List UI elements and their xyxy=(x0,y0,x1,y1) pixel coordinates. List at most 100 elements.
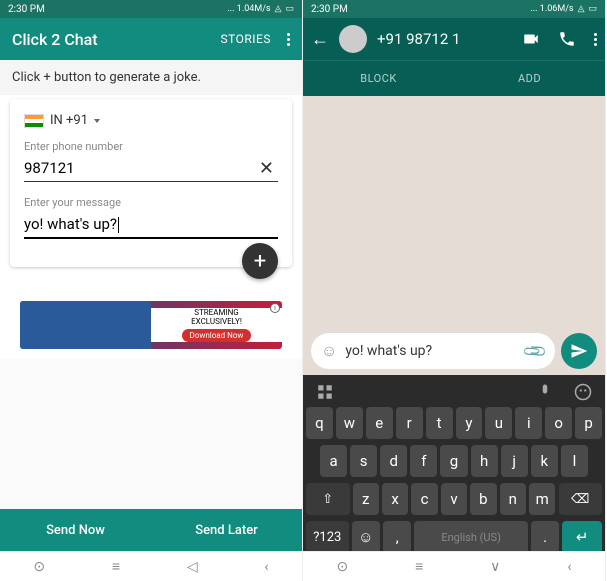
key-v[interactable]: v xyxy=(441,483,467,515)
battery-icon: ▭ xyxy=(285,4,294,14)
ad-image xyxy=(20,301,151,349)
nav-back-icon[interactable]: ∨ xyxy=(490,559,500,575)
click2chat-screen: 2:30 PM ... 1.04M/s ◬ ▭ Click 2 Chat STO… xyxy=(0,0,303,581)
status-time: 2:30 PM xyxy=(311,4,348,15)
block-button[interactable]: BLOCK xyxy=(303,61,454,96)
key-s[interactable]: s xyxy=(350,445,377,477)
key-h[interactable]: h xyxy=(471,445,498,477)
voice-call-icon[interactable] xyxy=(558,30,576,48)
backspace-key[interactable]: ⌫ xyxy=(559,483,603,515)
key-c[interactable]: c xyxy=(411,483,437,515)
message-label: Enter your message xyxy=(24,196,278,209)
spacer xyxy=(0,359,302,509)
menu-icon[interactable] xyxy=(594,33,597,46)
comma-key[interactable]: , xyxy=(383,521,411,553)
send-later-button[interactable]: Send Later xyxy=(151,509,302,551)
phone-input[interactable] xyxy=(24,155,255,181)
battery-icon: ▭ xyxy=(588,4,597,14)
input-area: ☺ yo! what's up? 📎 xyxy=(303,327,605,375)
clear-icon[interactable]: ✕ xyxy=(255,158,278,179)
chat-actions: BLOCK ADD xyxy=(303,60,605,96)
download-button[interactable]: Download Now xyxy=(182,329,252,343)
nav-recents-icon[interactable]: ⊙ xyxy=(33,559,45,575)
message-input[interactable]: yo! what's up? xyxy=(24,211,278,237)
attach-icon[interactable]: 📎 xyxy=(521,337,549,365)
key-q[interactable]: q xyxy=(306,407,333,439)
emoji-key[interactable]: ☺ xyxy=(352,521,380,553)
nav-bar: ⊙ ≡ ◁ ‹ xyxy=(0,551,302,581)
sticker-icon[interactable] xyxy=(574,383,592,401)
message-text[interactable]: yo! what's up? xyxy=(345,343,517,359)
key-j[interactable]: j xyxy=(501,445,528,477)
keyboard-row-1: qwertyuiop xyxy=(306,407,602,439)
key-b[interactable]: b xyxy=(470,483,496,515)
key-m[interactable]: m xyxy=(529,483,555,515)
grid-icon[interactable] xyxy=(316,383,334,401)
key-r[interactable]: r xyxy=(396,407,423,439)
stories-button[interactable]: STORIES xyxy=(221,32,271,46)
key-t[interactable]: t xyxy=(426,407,453,439)
key-d[interactable]: d xyxy=(380,445,407,477)
key-k[interactable]: k xyxy=(531,445,558,477)
chat-header: ← +91 98712 1 xyxy=(303,18,605,60)
keyboard-toolbar xyxy=(306,379,602,407)
status-bar: 2:30 PM ... 1.06M/s ◬ ▭ xyxy=(303,0,605,18)
bottom-actions: Send Now Send Later xyxy=(0,509,302,551)
key-z[interactable]: z xyxy=(353,483,379,515)
emoji-icon[interactable]: ☺ xyxy=(321,341,337,361)
whatsapp-screen: 2:30 PM ... 1.06M/s ◬ ▭ ← +91 98712 1 BL… xyxy=(303,0,606,581)
avatar[interactable] xyxy=(339,25,367,53)
wifi-icon: ◬ xyxy=(275,4,282,14)
chevron-down-icon xyxy=(94,119,100,123)
ad-close-icon[interactable]: i xyxy=(270,303,280,313)
shift-key[interactable]: ⇧ xyxy=(306,483,350,515)
back-icon[interactable]: ← xyxy=(311,29,329,50)
video-call-icon[interactable] xyxy=(522,30,540,48)
keyboard-row-2: asdfghjkl xyxy=(306,445,602,477)
nav-recents-icon[interactable]: ⊙ xyxy=(336,559,348,575)
status-indicators: ... 1.04M/s ◬ ▭ xyxy=(227,4,294,14)
key-f[interactable]: f xyxy=(410,445,437,477)
keyboard: qwertyuiop asdfghjkl ⇧ zxcvbnm ⌫ ?123 ☺ … xyxy=(303,375,605,551)
mic-icon[interactable] xyxy=(536,383,554,401)
header-actions: STORIES xyxy=(221,32,290,46)
country-selector[interactable]: IN +91 xyxy=(24,113,278,128)
chat-area[interactable] xyxy=(303,96,605,327)
app-header: Click 2 Chat STORIES xyxy=(0,18,302,60)
keyboard-row-4: ?123 ☺ , English (US) . ↵ xyxy=(306,521,602,553)
message-field-row: yo! what's up? xyxy=(24,211,278,239)
key-n[interactable]: n xyxy=(500,483,526,515)
key-a[interactable]: a xyxy=(320,445,347,477)
nav-menu-icon[interactable]: ‹ xyxy=(264,559,268,575)
add-button[interactable]: ADD xyxy=(454,61,605,96)
key-p[interactable]: p xyxy=(575,407,602,439)
contact-name[interactable]: +91 98712 1 xyxy=(377,30,512,48)
key-x[interactable]: x xyxy=(382,483,408,515)
key-w[interactable]: w xyxy=(336,407,363,439)
key-y[interactable]: y xyxy=(456,407,483,439)
period-key[interactable]: . xyxy=(531,521,559,553)
key-g[interactable]: g xyxy=(440,445,467,477)
nav-back-icon[interactable]: ◁ xyxy=(187,559,198,575)
key-l[interactable]: l xyxy=(561,445,588,477)
status-indicators: ... 1.06M/s ◬ ▭ xyxy=(530,4,597,14)
keyboard-row-3: ⇧ zxcvbnm ⌫ xyxy=(306,483,602,515)
ad-banner[interactable]: STREAMING EXCLUSIVELY! Download Now i xyxy=(20,301,282,349)
key-o[interactable]: o xyxy=(545,407,572,439)
send-button[interactable] xyxy=(561,333,597,369)
nav-menu-icon[interactable]: ‹ xyxy=(567,559,571,575)
key-i[interactable]: i xyxy=(515,407,542,439)
nav-home-icon[interactable]: ≡ xyxy=(112,558,120,575)
numbers-key[interactable]: ?123 xyxy=(306,521,349,553)
nav-home-icon[interactable]: ≡ xyxy=(415,558,423,575)
send-now-button[interactable]: Send Now xyxy=(0,509,151,551)
status-time: 2:30 PM xyxy=(8,4,45,15)
phone-label: Enter phone number xyxy=(24,140,278,153)
add-fab[interactable]: + xyxy=(242,243,278,279)
nav-bar: ⊙ ≡ ∨ ‹ xyxy=(303,551,605,581)
space-key[interactable]: English (US) xyxy=(414,521,528,553)
enter-key[interactable]: ↵ xyxy=(562,521,602,553)
key-u[interactable]: u xyxy=(485,407,512,439)
key-e[interactable]: e xyxy=(366,407,393,439)
menu-icon[interactable] xyxy=(287,33,290,46)
